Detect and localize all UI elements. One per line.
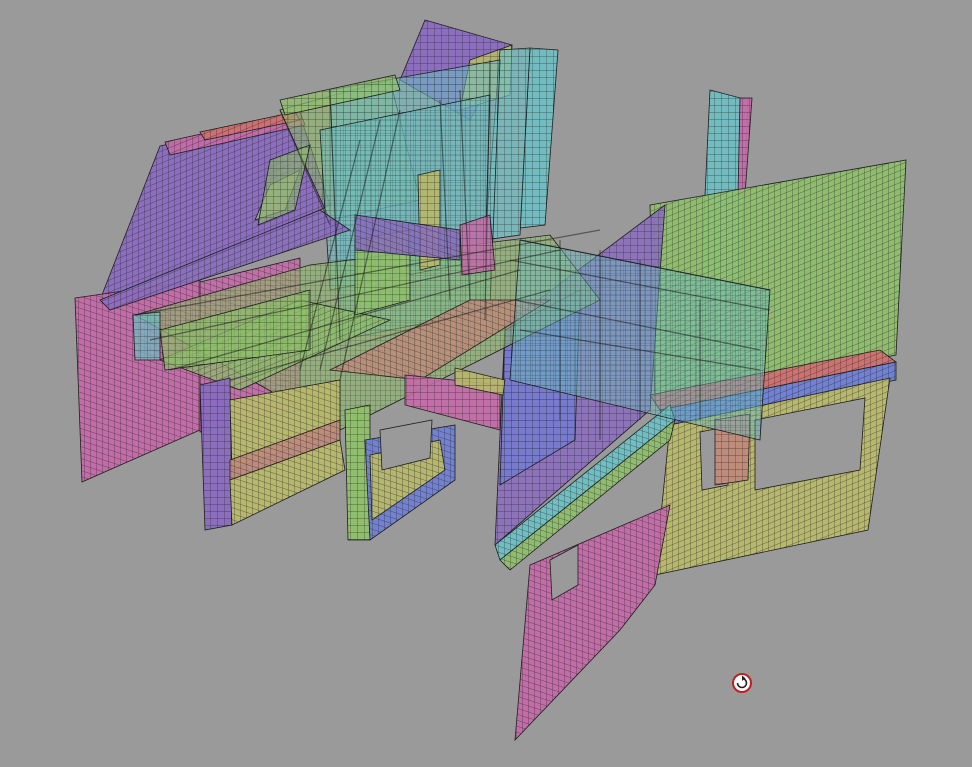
3d-mesh-viewport[interactable] — [0, 0, 972, 767]
left-box-mesh — [133, 312, 160, 360]
mesh-scene[interactable] — [0, 0, 972, 767]
leg-left-mesh — [200, 378, 232, 530]
rotate-cursor-icon[interactable] — [731, 672, 753, 694]
